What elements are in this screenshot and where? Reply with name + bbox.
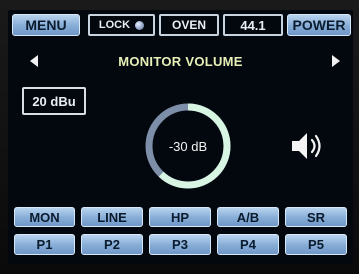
preset-p4-button[interactable]: P4 <box>217 234 279 255</box>
hp-label: HP <box>170 209 190 225</box>
page-title: MONITOR VOLUME <box>118 54 243 69</box>
preset-p1-button[interactable]: P1 <box>14 234 75 255</box>
p2-label: P2 <box>104 237 120 252</box>
reference-level-label: 20 dBu <box>32 93 76 109</box>
preset-p5-button[interactable]: P5 <box>285 234 347 255</box>
ab-label: A/B <box>236 209 260 225</box>
line-button[interactable]: LINE <box>81 207 143 227</box>
lock-indicator-icon <box>135 20 145 30</box>
oven-label: OVEN <box>171 18 206 32</box>
power-button[interactable]: POWER <box>287 14 351 36</box>
mon-button[interactable]: MON <box>14 207 75 227</box>
power-label: POWER <box>292 17 346 33</box>
sample-rate-readout: 44.1 <box>223 14 283 36</box>
value-readout: 44.1 <box>240 17 266 33</box>
volume-value: -30 dB <box>168 138 208 154</box>
p5-label: P5 <box>308 237 324 252</box>
p4-label: P4 <box>240 237 256 252</box>
touch-screen: MENU LOCK OVEN 44.1 POWER MONITOR VOLUME… <box>8 10 353 264</box>
p1-label: P1 <box>36 237 53 252</box>
speaker-icon[interactable] <box>290 130 326 162</box>
line-label: LINE <box>97 209 127 225</box>
mon-label: MON <box>29 209 60 225</box>
sr-button[interactable]: SR <box>285 207 347 227</box>
p3-label: P3 <box>172 237 188 252</box>
menu-button[interactable]: MENU <box>12 14 80 36</box>
oven-indicator[interactable]: OVEN <box>159 14 219 36</box>
lock-label: LOCK <box>98 19 131 31</box>
reference-level-button[interactable]: 20 dBu <box>22 87 86 115</box>
sr-label: SR <box>306 209 326 225</box>
preset-p2-button[interactable]: P2 <box>81 234 143 255</box>
right-arrow-icon[interactable] <box>332 55 340 67</box>
lock-indicator[interactable]: LOCK <box>88 14 155 36</box>
preset-p3-button[interactable]: P3 <box>149 234 211 255</box>
ab-button[interactable]: A/B <box>217 207 279 227</box>
menu-label: MENU <box>25 17 67 33</box>
hp-button[interactable]: HP <box>149 207 211 227</box>
volume-knob[interactable]: -30 dB <box>142 100 234 192</box>
